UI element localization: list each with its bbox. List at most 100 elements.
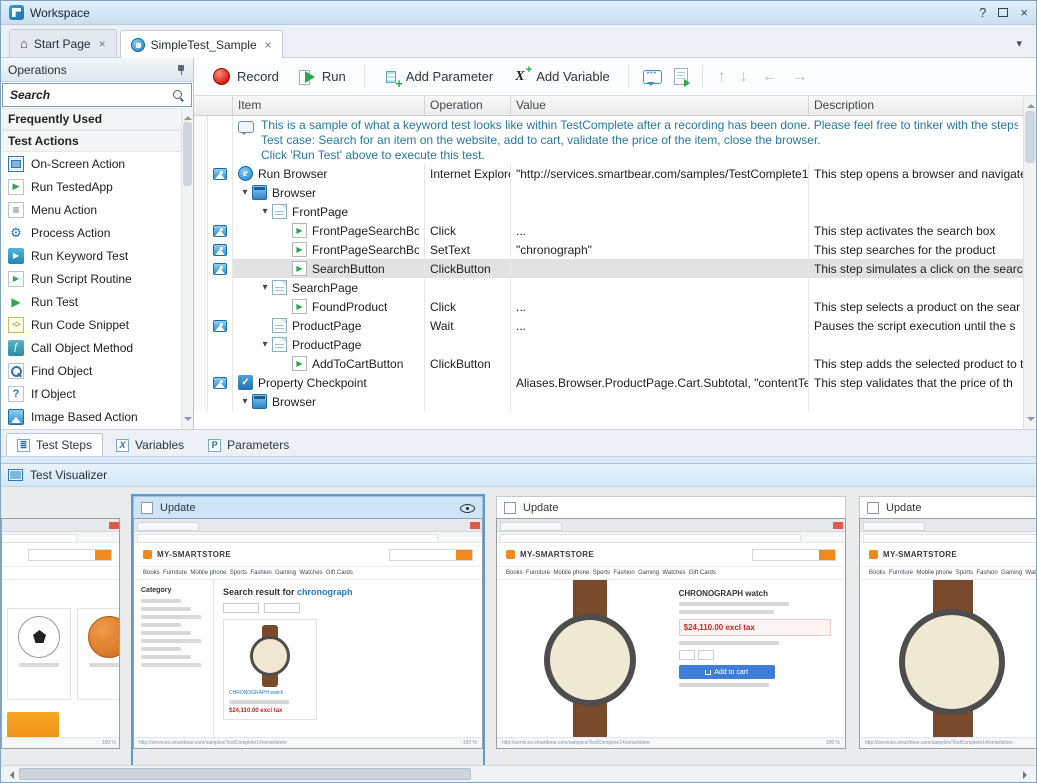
tree-expander-icon[interactable]: ▾	[258, 203, 272, 221]
move-right-icon[interactable]: →	[786, 68, 814, 86]
test-step-row[interactable]: ▾FrontPage	[194, 202, 1023, 221]
scroll-down-icon[interactable]	[184, 417, 192, 425]
column-header-item[interactable]: Item	[233, 96, 425, 115]
operation-item[interactable]: Call Object Method	[1, 336, 181, 359]
test-step-row[interactable]: AddToCartButtonClickButtonThis step adds…	[194, 354, 1023, 373]
test-step-row[interactable]: ProductPageWait...Pauses the script exec…	[194, 316, 1023, 335]
close-tab-icon[interactable]: ×	[265, 38, 272, 52]
test-step-row[interactable]: FrontPageSearchBoxClick...This step acti…	[194, 221, 1023, 240]
tab-list-dropdown-icon[interactable]: ▾	[1010, 33, 1028, 54]
test-step-row[interactable]: Run BrowserInternet Explorer"http://serv…	[194, 164, 1023, 183]
close-button[interactable]: ×	[1020, 5, 1028, 20]
tree-expander-icon[interactable]: ▾	[238, 393, 252, 411]
add-comment-icon[interactable]	[643, 70, 662, 84]
operation-item[interactable]: On-Screen Action	[1, 152, 181, 175]
edit-description-icon[interactable]	[674, 68, 688, 85]
operations-search-input[interactable]: Search	[2, 83, 192, 107]
test-step-row[interactable]: ▾ProductPage	[194, 335, 1023, 354]
tab-start-page[interactable]: ⌂ Start Page ×	[9, 29, 117, 57]
operation-item[interactable]: Run Test	[1, 290, 181, 313]
test-step-row[interactable]: ▾SearchPage	[194, 278, 1023, 297]
eye-icon[interactable]	[459, 500, 475, 515]
add-variable-button[interactable]: Add Variable	[504, 64, 618, 90]
tab-parameters[interactable]: Parameters	[197, 433, 300, 456]
operation-item[interactable]: Run Code Snippet	[1, 313, 181, 336]
thumbnail-image[interactable]: MY-SMARTSTOREBooks Furniture Mobile phon…	[859, 518, 1036, 749]
run-button[interactable]: Run	[290, 64, 355, 90]
tree-expander-icon[interactable]: ▾	[238, 184, 252, 202]
visualizer-thumbnail[interactable]: UpdateMY-SMARTSTOREBooks Furniture Mobil…	[496, 496, 846, 765]
scroll-left-icon[interactable]	[6, 771, 14, 779]
tree-expander-icon[interactable]: ▾	[258, 279, 272, 297]
test-step-row[interactable]: ▾Browser	[194, 392, 1023, 411]
scroll-up-icon[interactable]	[1027, 100, 1035, 108]
thumbnail-image[interactable]: MY-SMARTSTOREBooks Furniture Mobile phon…	[133, 518, 483, 749]
add-to-cart-button[interactable]: Add to cart	[679, 665, 775, 679]
help-button[interactable]: ?	[979, 5, 986, 20]
visualizer-image-icon[interactable]	[213, 225, 227, 237]
visualizer-image-icon[interactable]	[213, 377, 227, 389]
test-step-row[interactable]: FrontPageSearchBoxSetText"chronograph"Th…	[194, 240, 1023, 259]
product-card[interactable]	[7, 608, 71, 700]
page-size-dropdown[interactable]	[264, 603, 300, 613]
scrollbar-thumb[interactable]	[19, 768, 471, 780]
scrollbar-thumb[interactable]	[1025, 111, 1035, 163]
quantity-stepper[interactable]	[679, 650, 695, 660]
record-button[interactable]: Record	[204, 63, 288, 90]
visualizer-image-icon[interactable]	[213, 168, 227, 180]
operations-group-header[interactable]: Test Actions	[1, 130, 181, 152]
visualizer-image-icon[interactable]	[213, 263, 227, 275]
test-step-row[interactable]: Property CheckpointAliases.Browser.Produ…	[194, 373, 1023, 392]
operation-item[interactable]: Process Action	[1, 221, 181, 244]
column-header-value[interactable]: Value	[511, 96, 809, 115]
scroll-down-icon[interactable]	[1027, 417, 1035, 425]
move-left-icon[interactable]: ←	[756, 68, 784, 86]
thumbnail-image[interactable]: MY-SMARTSTOREBooks Furniture Mobile phon…	[1, 518, 120, 749]
tab-simpletest-sample[interactable]: SimpleTest_Sample ×	[120, 30, 283, 58]
visualizer-thumbnail[interactable]: UpdateMY-SMARTSTOREBooks Furniture Mobil…	[859, 496, 1036, 765]
operation-item[interactable]: Run TestedApp	[1, 175, 181, 198]
tab-test-steps[interactable]: Test Steps	[6, 433, 103, 456]
product-card[interactable]	[77, 608, 120, 700]
visualizer-scrollbar[interactable]	[1, 765, 1036, 782]
product-card[interactable]: CHRONOGRAPH watch$24,110.00 excl tax	[223, 619, 317, 720]
operation-item[interactable]: Run Keyword Test	[1, 244, 181, 267]
visualizer-thumbnail[interactable]: MY-SMARTSTOREBooks Furniture Mobile phon…	[1, 518, 120, 765]
test-step-row[interactable]: SearchButtonClickButtonThis step simulat…	[194, 259, 1023, 278]
operations-scrollbar[interactable]	[181, 108, 193, 429]
pin-icon[interactable]	[176, 64, 186, 76]
operation-item[interactable]: Image Based Action	[1, 405, 181, 428]
visualizer-image-icon[interactable]	[213, 320, 227, 332]
tab-variables[interactable]: Variables	[105, 433, 195, 456]
operation-item[interactable]: Find Object	[1, 359, 181, 382]
panel-splitter[interactable]	[1, 456, 1036, 463]
operation-item[interactable]: Menu Action	[1, 198, 181, 221]
test-step-row[interactable]: ▾Browser	[194, 183, 1023, 202]
operation-item[interactable]: Run Script Routine	[1, 267, 181, 290]
move-down-icon[interactable]: ↓	[734, 68, 754, 86]
update-checkbox[interactable]	[141, 502, 153, 514]
scrollbar-thumb[interactable]	[183, 122, 192, 186]
add-parameter-button[interactable]: Add Parameter	[374, 64, 502, 90]
test-step-row[interactable]: FoundProductClick...This step selects a …	[194, 297, 1023, 316]
steps-vertical-scrollbar[interactable]	[1023, 96, 1036, 429]
close-tab-icon[interactable]: ×	[99, 37, 106, 51]
column-header-description[interactable]: Description	[809, 96, 1023, 115]
visualizer-image-icon[interactable]	[213, 244, 227, 256]
comment-row[interactable]: This is a sample of what a keyword test …	[194, 116, 1023, 164]
visualizer-thumbnail[interactable]: UpdateMY-SMARTSTOREBooks Furniture Mobil…	[133, 496, 483, 765]
gift-card-image[interactable]	[7, 712, 59, 737]
operation-item[interactable]: If Object	[1, 382, 181, 405]
move-up-icon[interactable]: ↑	[712, 68, 732, 86]
update-checkbox[interactable]	[504, 502, 516, 514]
tree-expander-icon[interactable]: ▾	[258, 336, 272, 354]
maximize-button[interactable]	[998, 8, 1008, 17]
operations-group-header[interactable]: Frequently Used	[1, 108, 181, 130]
sort-dropdown[interactable]	[223, 603, 259, 613]
scroll-right-icon[interactable]	[1023, 771, 1031, 779]
quantity-stepper[interactable]	[698, 650, 714, 660]
thumbnail-image[interactable]: MY-SMARTSTOREBooks Furniture Mobile phon…	[496, 518, 846, 749]
update-checkbox[interactable]	[867, 502, 879, 514]
scroll-up-icon[interactable]	[184, 112, 192, 120]
column-header-operation[interactable]: Operation	[425, 96, 511, 115]
